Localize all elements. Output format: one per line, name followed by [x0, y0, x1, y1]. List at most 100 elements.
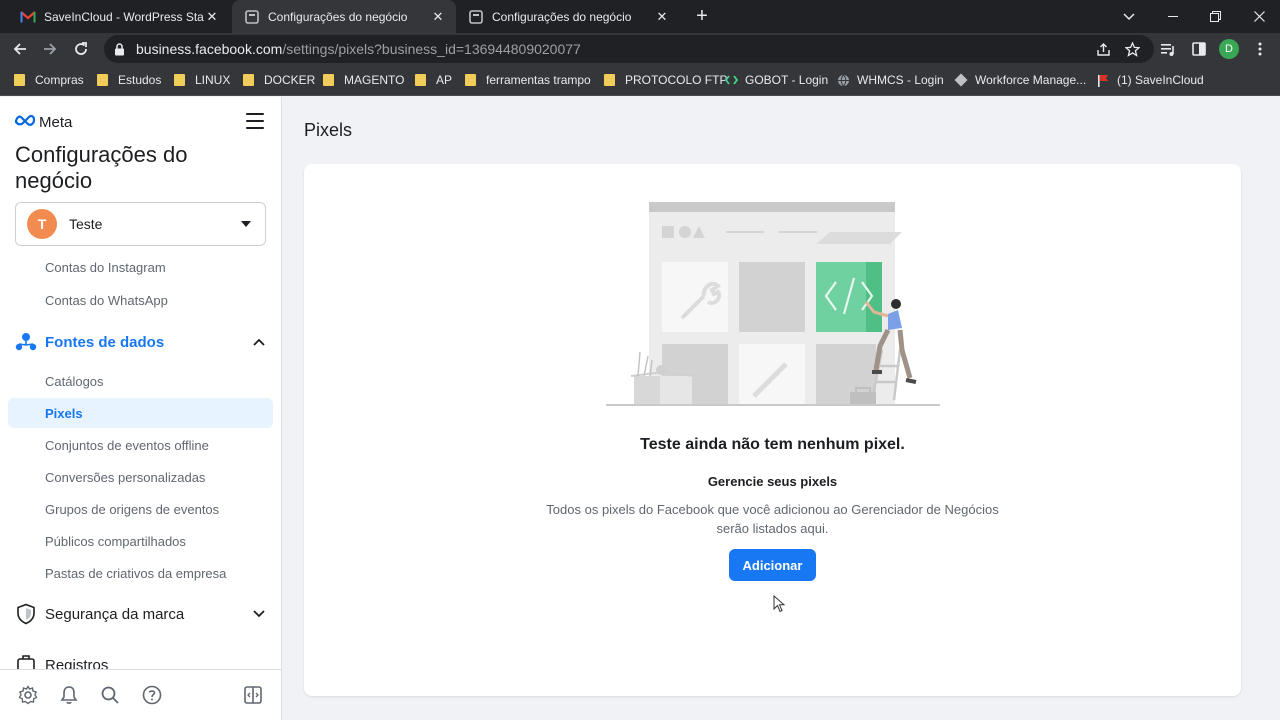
chevron-down-icon	[252, 607, 266, 621]
media-control-icon[interactable]	[1158, 39, 1178, 59]
gmail-icon	[20, 9, 36, 25]
share-icon[interactable]	[1093, 39, 1113, 59]
bookmark-label: PROTOCOLO FTP	[625, 73, 728, 87]
account-avatar: T	[27, 209, 57, 239]
sidebar-item-creative-folders[interactable]: Pastas de criativos da empresa	[8, 558, 273, 588]
sidebar-item-event-source-groups[interactable]: Grupos de origens de eventos	[8, 494, 273, 524]
caret-down-icon	[241, 221, 251, 227]
url-path: /settings/pixels?business_id=13694480902…	[282, 41, 581, 57]
minimize-icon[interactable]	[1151, 0, 1195, 33]
empty-state-subtitle: Gerencie seus pixels	[707, 474, 838, 489]
bookmark-item[interactable]: Estudos	[97, 70, 161, 90]
bookmark-item[interactable]: DOCKER	[243, 70, 315, 90]
reload-icon[interactable]	[69, 37, 93, 61]
bookmark-label: WHMCS - Login	[857, 73, 944, 87]
sidebar-item-label: Conversões personalizadas	[45, 469, 206, 485]
sidebar-footer	[0, 669, 281, 720]
forward-icon[interactable]	[38, 37, 62, 61]
sidebar-item-pixels[interactable]: Pixels	[8, 398, 273, 428]
tab-title: Configurações do negócio	[268, 9, 408, 24]
bookmark-item[interactable]: Workforce Manage...	[954, 70, 1086, 90]
settings-gear-icon[interactable]	[17, 684, 39, 706]
bookmark-label: AP	[436, 73, 453, 87]
sidebar-item-label: Pixels	[45, 405, 83, 421]
meta-infinity-icon	[14, 113, 36, 131]
new-tab-button[interactable]: +	[690, 4, 714, 28]
sidebar-item-label: Grupos de origens de eventos	[45, 501, 220, 517]
back-icon[interactable]	[8, 37, 32, 61]
sidebar-item-label: Conjuntos de eventos offline	[45, 437, 209, 453]
add-pixel-button[interactable]: Adicionar	[729, 549, 816, 581]
restore-icon[interactable]	[1193, 0, 1237, 33]
bookmark-item[interactable]: (1) SaveInCloud	[1096, 70, 1204, 90]
sidebar: Meta Configurações do negócio T Teste Co…	[0, 97, 282, 720]
browser-tab-3[interactable]: Configurações do negócio ✕	[456, 0, 680, 33]
folder-icon	[415, 74, 426, 86]
bookmark-label: Estudos	[118, 73, 162, 87]
sidebar-item-label: Contas do WhatsApp	[45, 292, 168, 308]
bookmark-item[interactable]: WHMCS - Login	[836, 70, 944, 90]
data-sources-icon	[14, 330, 38, 354]
bookmark-item[interactable]: GOBOT - Login	[724, 70, 828, 90]
close-tab-icon[interactable]: ✕	[204, 9, 220, 25]
tab-title: SaveInCloud - WordPress Standard	[44, 9, 204, 24]
help-icon[interactable]	[141, 684, 163, 706]
chevron-up-icon	[252, 335, 266, 349]
bookmark-item[interactable]: Compras	[14, 70, 84, 90]
gobot-icon	[724, 73, 738, 87]
bookmark-label: ferramentas trampo	[486, 73, 591, 87]
page-title: Pixels	[304, 120, 353, 140]
sidebar-item-label: Públicos compartilhados	[45, 533, 186, 549]
bookmark-item[interactable]: AP	[415, 70, 452, 90]
bookmark-label: DOCKER	[264, 73, 316, 87]
sidebar-title: Configurações do negócio	[15, 142, 188, 193]
section-fontes-de-dados[interactable]: Fontes de dados	[14, 327, 266, 357]
sidebar-item-label: Catálogos	[45, 373, 104, 389]
sidebar-item-catalogos[interactable]: Catálogos	[8, 366, 273, 396]
globe-icon	[836, 73, 850, 87]
section-label: Fontes de dados	[45, 333, 165, 351]
sidebar-item-offline-events[interactable]: Conjuntos de eventos offline	[8, 430, 273, 460]
close-tab-icon[interactable]: ✕	[430, 9, 446, 25]
page-icon	[244, 9, 260, 25]
url-text: business.facebook.com/settings/pixels?bu…	[136, 41, 581, 57]
account-selector[interactable]: T Teste	[15, 202, 266, 246]
search-icon[interactable]	[99, 684, 121, 706]
folder-icon	[97, 74, 108, 86]
mouse-cursor-icon	[773, 594, 786, 613]
address-bar[interactable]: business.facebook.com/settings/pixels?bu…	[104, 35, 1154, 63]
bookmark-label: GOBOT - Login	[745, 73, 829, 87]
sidebar-item-instagram[interactable]: Contas do Instagram	[8, 259, 273, 275]
meta-logo[interactable]: Meta	[14, 113, 72, 131]
more-menu-icon[interactable]	[1250, 39, 1270, 59]
close-window-icon[interactable]	[1237, 0, 1280, 33]
sidebar-item-custom-conversions[interactable]: Conversões personalizadas	[8, 462, 273, 492]
bookmark-item[interactable]: PROTOCOLO FTP	[604, 70, 727, 90]
flag-icon	[1096, 73, 1110, 87]
tab-search-icon[interactable]	[1107, 0, 1151, 33]
browser-tab-1[interactable]: SaveInCloud - WordPress Standard ✕	[8, 0, 230, 33]
close-tab-icon[interactable]: ✕	[654, 9, 670, 25]
bookmark-item[interactable]: ferramentas trampo	[465, 70, 591, 90]
sidebar-item-whatsapp[interactable]: Contas do WhatsApp	[8, 285, 273, 315]
collapse-sidebar-icon[interactable]	[242, 684, 264, 706]
hamburger-menu-icon[interactable]	[246, 113, 264, 129]
bookmark-label: Compras	[35, 73, 84, 87]
bookmark-item[interactable]: LINUX	[174, 70, 230, 90]
side-panel-icon[interactable]	[1189, 39, 1209, 59]
section-label: Segurança da marca	[45, 605, 185, 623]
browser-tab-2[interactable]: Configurações do negócio ✕	[232, 0, 456, 33]
section-seguranca-da-marca[interactable]: Segurança da marca	[14, 599, 266, 629]
bookmarks-bar: Compras Estudos LINUX DOCKER MAGENTO AP …	[0, 65, 1280, 96]
sidebar-item-label: Contas do Instagram	[45, 260, 166, 275]
sidebar-item-shared-audiences[interactable]: Públicos compartilhados	[8, 526, 273, 556]
bookmark-star-icon[interactable]	[1122, 39, 1142, 59]
bookmark-item[interactable]: MAGENTO	[323, 70, 404, 90]
empty-state-title: Teste ainda não tem nenhum pixel.	[640, 436, 905, 453]
folder-icon	[604, 74, 615, 86]
notifications-bell-icon[interactable]	[58, 684, 80, 706]
folder-icon	[323, 74, 334, 86]
section-registros[interactable]: Registros	[14, 651, 266, 669]
profile-avatar[interactable]: D	[1219, 39, 1239, 59]
section-label: Registros	[45, 657, 109, 669]
